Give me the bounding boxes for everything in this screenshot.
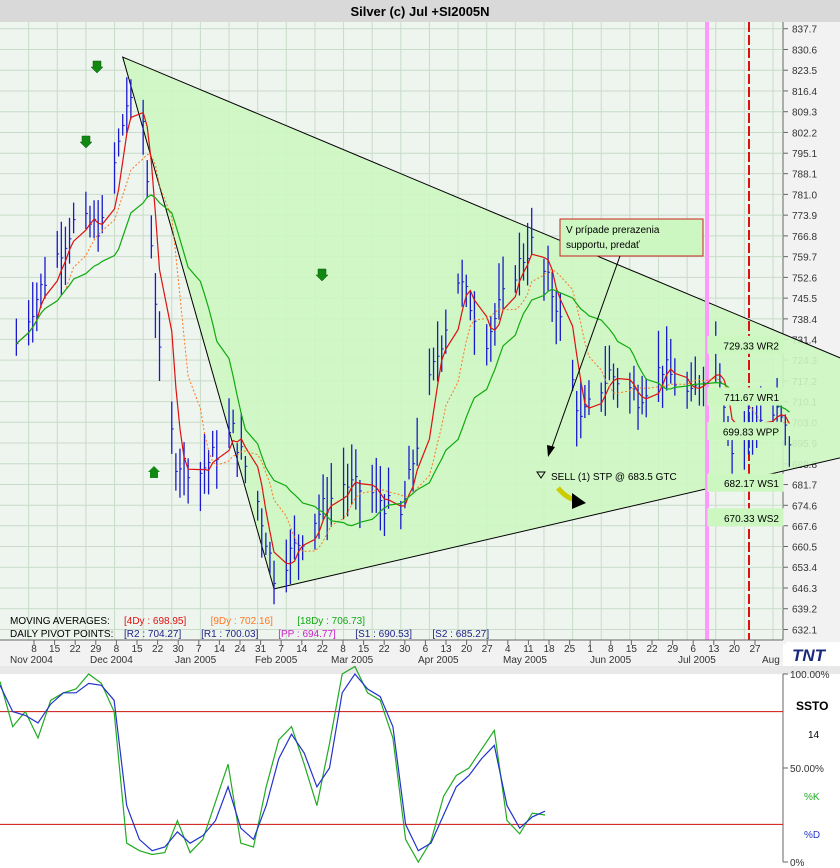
time-axis-day: 7 xyxy=(278,644,284,655)
time-axis-month: Jan 2005 xyxy=(175,655,217,666)
time-axis-day: 30 xyxy=(173,644,185,655)
time-axis-day: 20 xyxy=(461,644,473,655)
price-axis-label: 766.8 xyxy=(792,232,817,243)
time-axis-day: 13 xyxy=(708,644,720,655)
moving-average-value: [4Dy : 698.95] xyxy=(124,616,186,627)
price-axis-label: 837.7 xyxy=(792,25,817,36)
price-axis-label: 795.1 xyxy=(792,149,817,160)
time-axis-day: 6 xyxy=(423,644,429,655)
ssto-period: 14 xyxy=(808,730,820,741)
pivot-label: 729.33 WR2 xyxy=(723,341,779,352)
ssto-axis-label: 0% xyxy=(790,858,805,868)
price-axis-label: 667.6 xyxy=(792,522,817,533)
time-axis-month: Dec 2004 xyxy=(90,655,133,666)
pivot-label: 670.33 WS2 xyxy=(724,514,779,525)
pivot-label: 711.67 WR1 xyxy=(724,393,779,404)
price-axis-label: 781.0 xyxy=(792,190,817,201)
panel-separator xyxy=(0,666,840,674)
time-axis-day: 27 xyxy=(482,644,494,655)
time-axis-month: Nov 2004 xyxy=(10,655,53,666)
price-axis-label: 738.4 xyxy=(792,315,817,326)
ssto-d-label: %D xyxy=(804,830,820,841)
pivot-value: [S1 : 690.53] xyxy=(355,629,412,640)
time-axis-day: 25 xyxy=(564,644,576,655)
time-axis-month: Feb 2005 xyxy=(255,655,298,666)
time-axis-day: 22 xyxy=(152,644,164,655)
time-axis-day: 30 xyxy=(399,644,411,655)
time-axis-day: 14 xyxy=(296,644,308,655)
tnt-logo: TNT xyxy=(792,646,827,665)
time-axis-day: 15 xyxy=(131,644,143,655)
moving-average-value: [18Dy : 706.73] xyxy=(297,616,365,627)
pivot-label: 682.17 WS1 xyxy=(724,479,779,490)
price-axis-label: 816.4 xyxy=(792,87,817,98)
time-axis-day: 1 xyxy=(587,644,593,655)
time-axis-day: 15 xyxy=(626,644,638,655)
time-axis-month: Jun 2005 xyxy=(590,655,632,666)
price-axis-label: 632.1 xyxy=(792,625,817,636)
price-axis-label: 802.2 xyxy=(792,128,817,139)
ssto-k-label: %K xyxy=(804,792,820,803)
ssto-axis-label: 50.00% xyxy=(790,764,824,775)
price-axis-label: 639.2 xyxy=(792,605,817,616)
price-axis-label: 759.7 xyxy=(792,253,817,264)
ssto-plot-background xyxy=(0,674,783,862)
silver-futures-chart: Silver (c) Jul +SI2005N 837.7 830.6 823.5 8… xyxy=(0,0,840,868)
pivot-value: [R2 : 704.27] xyxy=(124,629,181,640)
price-axis-label: 752.6 xyxy=(792,273,817,284)
price-axis-label: 674.6 xyxy=(792,501,817,512)
moving-average-value: [9Dy : 702.16] xyxy=(211,616,273,627)
time-axis-day: 29 xyxy=(667,644,679,655)
price-axis-label: 809.3 xyxy=(792,108,817,119)
time-axis-day: 27 xyxy=(749,644,761,655)
time-axis-day: 8 xyxy=(114,644,120,655)
price-axis-label: 823.5 xyxy=(792,66,817,77)
time-axis-day: 15 xyxy=(358,644,370,655)
pivot-points-label: DAILY PIVOT POINTS: xyxy=(10,629,113,640)
price-axis-label: 653.4 xyxy=(792,563,817,574)
price-axis-label: 830.6 xyxy=(792,45,817,56)
moving-averages-label: MOVING AVERAGES: xyxy=(10,616,110,627)
pivot-label: 699.83 WPP xyxy=(723,428,779,439)
time-axis-day: 6 xyxy=(690,644,696,655)
time-axis-day: 4 xyxy=(505,644,511,655)
time-axis-day: 15 xyxy=(49,644,61,655)
pivot-value: [PP : 694.77] xyxy=(278,629,336,640)
price-axis-label: 788.1 xyxy=(792,170,817,181)
pivot-value: [S2 : 685.27] xyxy=(432,629,489,640)
annotation-line-2: supportu, predať xyxy=(566,240,640,251)
price-axis-label: 681.7 xyxy=(792,481,817,492)
time-axis-month: Mar 2005 xyxy=(331,655,374,666)
pivot-value: [R1 : 700.03] xyxy=(201,629,258,640)
time-axis-day: 8 xyxy=(31,644,37,655)
time-axis-day: 13 xyxy=(440,644,452,655)
price-axis-label: 773.9 xyxy=(792,211,817,222)
time-axis-day: 29 xyxy=(90,644,102,655)
time-axis-day: 8 xyxy=(340,644,346,655)
time-axis-day: 22 xyxy=(646,644,658,655)
time-axis-day: 31 xyxy=(255,644,267,655)
time-axis-day: 24 xyxy=(234,644,246,655)
time-axis-day: 22 xyxy=(70,644,82,655)
time-axis-day: 7 xyxy=(196,644,202,655)
price-axis-label: 646.3 xyxy=(792,584,817,595)
time-axis-month: Apr 2005 xyxy=(418,655,459,666)
time-axis-day: 22 xyxy=(317,644,329,655)
time-axis-day: 14 xyxy=(214,644,226,655)
time-axis-month: Jul 2005 xyxy=(678,655,716,666)
time-axis-month: Aug xyxy=(762,655,780,666)
price-axis-label: 745.5 xyxy=(792,294,817,305)
ssto-axis-label: 100.00% xyxy=(790,670,830,681)
time-axis-day: 20 xyxy=(729,644,741,655)
time-axis-day: 11 xyxy=(523,644,534,655)
price-axis-label: 660.5 xyxy=(792,542,817,553)
ssto-name: SSTO xyxy=(796,699,828,713)
time-axis-day: 22 xyxy=(379,644,391,655)
sell-order-label: SELL (1) STP @ 683.5 GTC xyxy=(551,472,677,483)
chart-title: Silver (c) Jul +SI2005N xyxy=(350,4,489,19)
time-axis-day: 8 xyxy=(608,644,614,655)
time-axis-day: 18 xyxy=(543,644,555,655)
annotation-line-1: V prípade prerazenia xyxy=(566,225,660,236)
time-axis-month: May 2005 xyxy=(503,655,547,666)
